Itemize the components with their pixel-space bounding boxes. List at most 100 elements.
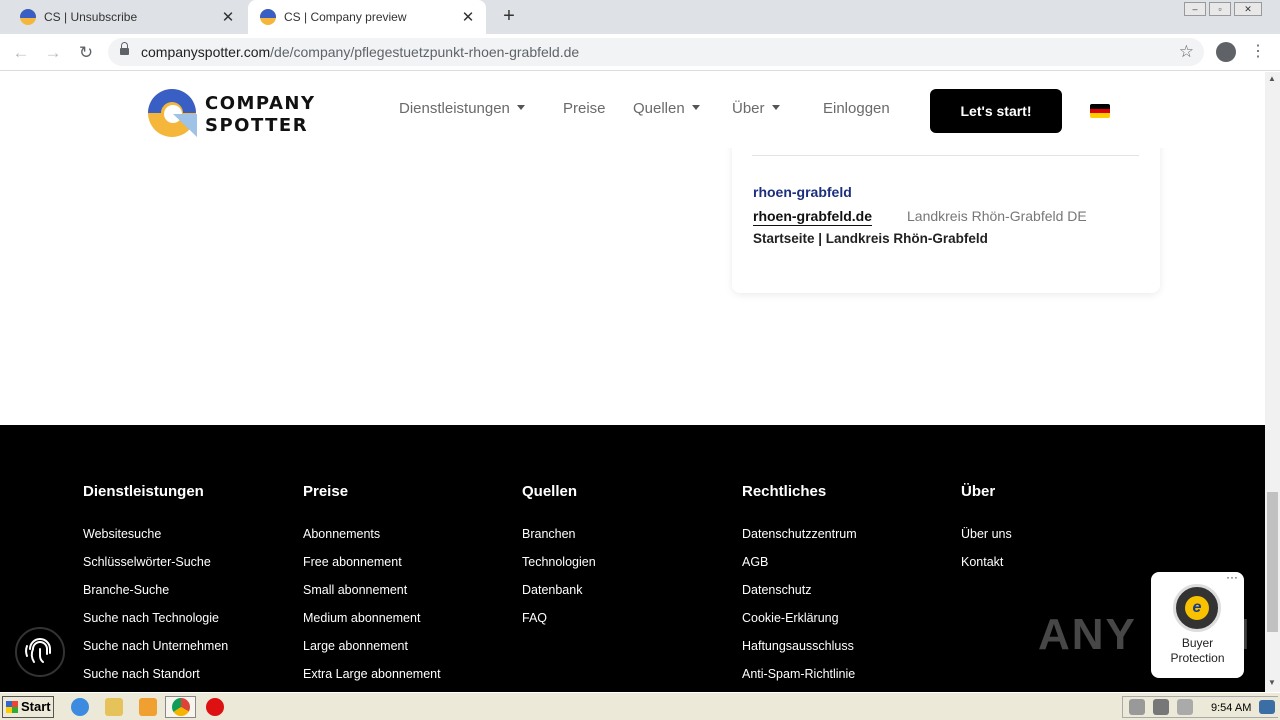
lets-start-button[interactable]: Let's start! xyxy=(930,89,1062,133)
chevron-down-icon xyxy=(691,105,700,110)
lock-icon xyxy=(120,42,129,57)
footer-link[interactable]: Medium abonnement xyxy=(303,610,441,638)
new-tab-button[interactable]: + xyxy=(498,5,520,27)
footer-link[interactable]: Kontakt xyxy=(961,554,1012,582)
scrollbar-thumb[interactable] xyxy=(1267,492,1278,632)
tab-title: CS | Company preview xyxy=(284,10,407,24)
nav-about-dropdown[interactable]: Über xyxy=(732,100,780,117)
browser-toolbar: ← → ↻ companyspotter.com/de/company/pfle… xyxy=(0,34,1280,71)
browser-tab-active[interactable]: CS | Company preview ✕ xyxy=(248,0,486,34)
footer-link[interactable]: Datenbank xyxy=(522,582,596,610)
forward-arrow-icon[interactable]: → xyxy=(41,41,65,65)
footer-link[interactable]: Suche nach Standort xyxy=(83,666,228,692)
system-tray: 9:54 AM xyxy=(1122,696,1278,718)
trusted-shops-seal-icon: e xyxy=(1173,584,1221,632)
show-desktop-icon[interactable] xyxy=(1259,700,1275,714)
trusted-shops-badge[interactable]: ··· e Buyer Protection xyxy=(1151,570,1244,678)
nav-prices-link[interactable]: Preise xyxy=(563,100,606,117)
nav-services-dropdown[interactable]: Dienstleistungen xyxy=(399,100,525,117)
german-flag-icon[interactable] xyxy=(1090,104,1110,118)
taskbar-clock[interactable]: 9:54 AM xyxy=(1211,697,1251,719)
fingerprint-icon[interactable] xyxy=(15,627,65,677)
url-domain: companyspotter.com xyxy=(141,44,271,60)
chevron-down-icon xyxy=(516,105,525,110)
windows-taskbar: Start 9:54 AM xyxy=(0,692,1280,720)
badge-line-1: Buyer xyxy=(1181,636,1214,650)
footer-heading: Preise xyxy=(303,483,349,500)
footer-column-legal: Rechtliches Datenschutzzentrum AGB Daten… xyxy=(742,483,857,692)
footer-heading: Dienstleistungen xyxy=(83,483,204,500)
footer-link[interactable]: AGB xyxy=(742,554,857,582)
flag-icon[interactable] xyxy=(1177,699,1193,715)
footer-link[interactable]: Abonnements xyxy=(303,526,441,554)
scroll-down-icon[interactable]: ▼ xyxy=(1268,678,1276,687)
card-divider xyxy=(752,155,1139,156)
footer-column-sources: Quellen Branchen Technologien Datenbank … xyxy=(522,483,596,638)
company-name: rhoen-grabfeld xyxy=(753,184,852,200)
footer-column-about: Über Über uns Kontakt xyxy=(961,483,1012,582)
footer-link[interactable]: Über uns xyxy=(961,526,1012,554)
footer-link[interactable]: Branchen xyxy=(522,526,596,554)
badge-line-2: Protection xyxy=(1170,651,1225,665)
login-label: Einloggen xyxy=(823,100,890,117)
site-favicon-icon xyxy=(20,9,36,25)
bookmark-star-icon[interactable]: ☆ xyxy=(1179,38,1194,66)
minimize-window-button[interactable]: – xyxy=(1184,2,1206,16)
footer-heading: Über xyxy=(961,483,996,500)
media-player-icon[interactable] xyxy=(139,698,157,716)
opera-icon[interactable] xyxy=(206,698,224,716)
tab-close-icon[interactable]: ✕ xyxy=(218,8,238,26)
footer-link[interactable]: Haftungsausschluss xyxy=(742,638,857,666)
footer-link[interactable]: Large abonnement xyxy=(303,638,441,666)
network-icon[interactable] xyxy=(1153,699,1169,715)
chrome-icon xyxy=(172,698,190,716)
company-domain-link[interactable]: rhoen-grabfeld.de xyxy=(753,208,873,226)
footer-link[interactable]: Schlüsselwörter-Suche xyxy=(83,554,228,582)
footer-link[interactable]: Datenschutz xyxy=(742,582,857,610)
footer-link[interactable]: Websitesuche xyxy=(83,526,228,554)
back-arrow-icon[interactable]: ← xyxy=(9,41,33,65)
url-text[interactable]: companyspotter.com/de/company/pflegestue… xyxy=(141,38,579,66)
internet-explorer-icon[interactable] xyxy=(71,698,89,716)
address-bar[interactable]: companyspotter.com/de/company/pflegestue… xyxy=(108,38,1204,66)
browser-menu-icon[interactable]: ⋮ xyxy=(1250,40,1266,64)
login-link[interactable]: Einloggen xyxy=(823,100,890,117)
company-description: Startseite | Landkreis Rhön-Grabfeld xyxy=(753,231,988,246)
footer-column-prices: Preise Abonnements Free abonnement Small… xyxy=(303,483,441,692)
profile-avatar-icon[interactable] xyxy=(1216,42,1236,62)
logo-line-2: SPOTTER xyxy=(205,115,309,136)
tab-close-icon[interactable]: ✕ xyxy=(458,8,478,26)
footer-link[interactable]: Extra Large abonnement xyxy=(303,666,441,692)
footer-link[interactable]: Branche-Suche xyxy=(83,582,228,610)
footer-link[interactable]: FAQ xyxy=(522,610,596,638)
seal-letter: e xyxy=(1185,596,1209,620)
footer-heading: Quellen xyxy=(522,483,578,500)
footer-link[interactable]: Small abonnement xyxy=(303,582,441,610)
scroll-up-icon[interactable]: ▲ xyxy=(1268,74,1276,83)
volume-icon[interactable] xyxy=(1129,699,1145,715)
footer-link[interactable]: Technologien xyxy=(522,554,596,582)
footer-link[interactable]: Anti-Spam-Richtlinie xyxy=(742,666,857,692)
buyer-protection-label: Buyer Protection xyxy=(1151,636,1244,666)
browser-tab-strip: CS | Unsubscribe ✕ CS | Company preview … xyxy=(0,0,1280,34)
start-button[interactable]: Start xyxy=(2,696,54,718)
nav-sources-dropdown[interactable]: Quellen xyxy=(633,100,700,117)
url-path: /de/company/pflegestuetzpunkt-rhoen-grab… xyxy=(270,44,580,60)
nav-about-label: Über xyxy=(732,100,765,117)
browser-tab[interactable]: CS | Unsubscribe ✕ xyxy=(8,0,246,34)
footer-link[interactable]: Suche nach Unternehmen xyxy=(83,638,228,666)
file-explorer-icon[interactable] xyxy=(105,698,123,716)
company-spotter-logo[interactable]: COMPANY SPOTTER xyxy=(147,87,314,139)
close-window-button[interactable]: ✕ xyxy=(1234,2,1262,16)
chrome-taskbar-button[interactable] xyxy=(165,696,196,718)
restore-window-button[interactable]: ▫ xyxy=(1209,2,1231,16)
footer-link[interactable]: Cookie-Erklärung xyxy=(742,610,857,638)
footer-link[interactable]: Datenschutzzentrum xyxy=(742,526,857,554)
footer-link[interactable]: Free abonnement xyxy=(303,554,441,582)
reload-icon[interactable]: ↻ xyxy=(74,41,98,65)
page-scrollbar[interactable]: ▲ ▼ xyxy=(1265,72,1280,692)
more-options-icon[interactable]: ··· xyxy=(1226,570,1238,584)
footer-link[interactable]: Suche nach Technologie xyxy=(83,610,228,638)
logo-line-1: COMPANY xyxy=(205,93,316,114)
footer-column-services: Dienstleistungen Websitesuche Schlüsselw… xyxy=(83,483,228,692)
